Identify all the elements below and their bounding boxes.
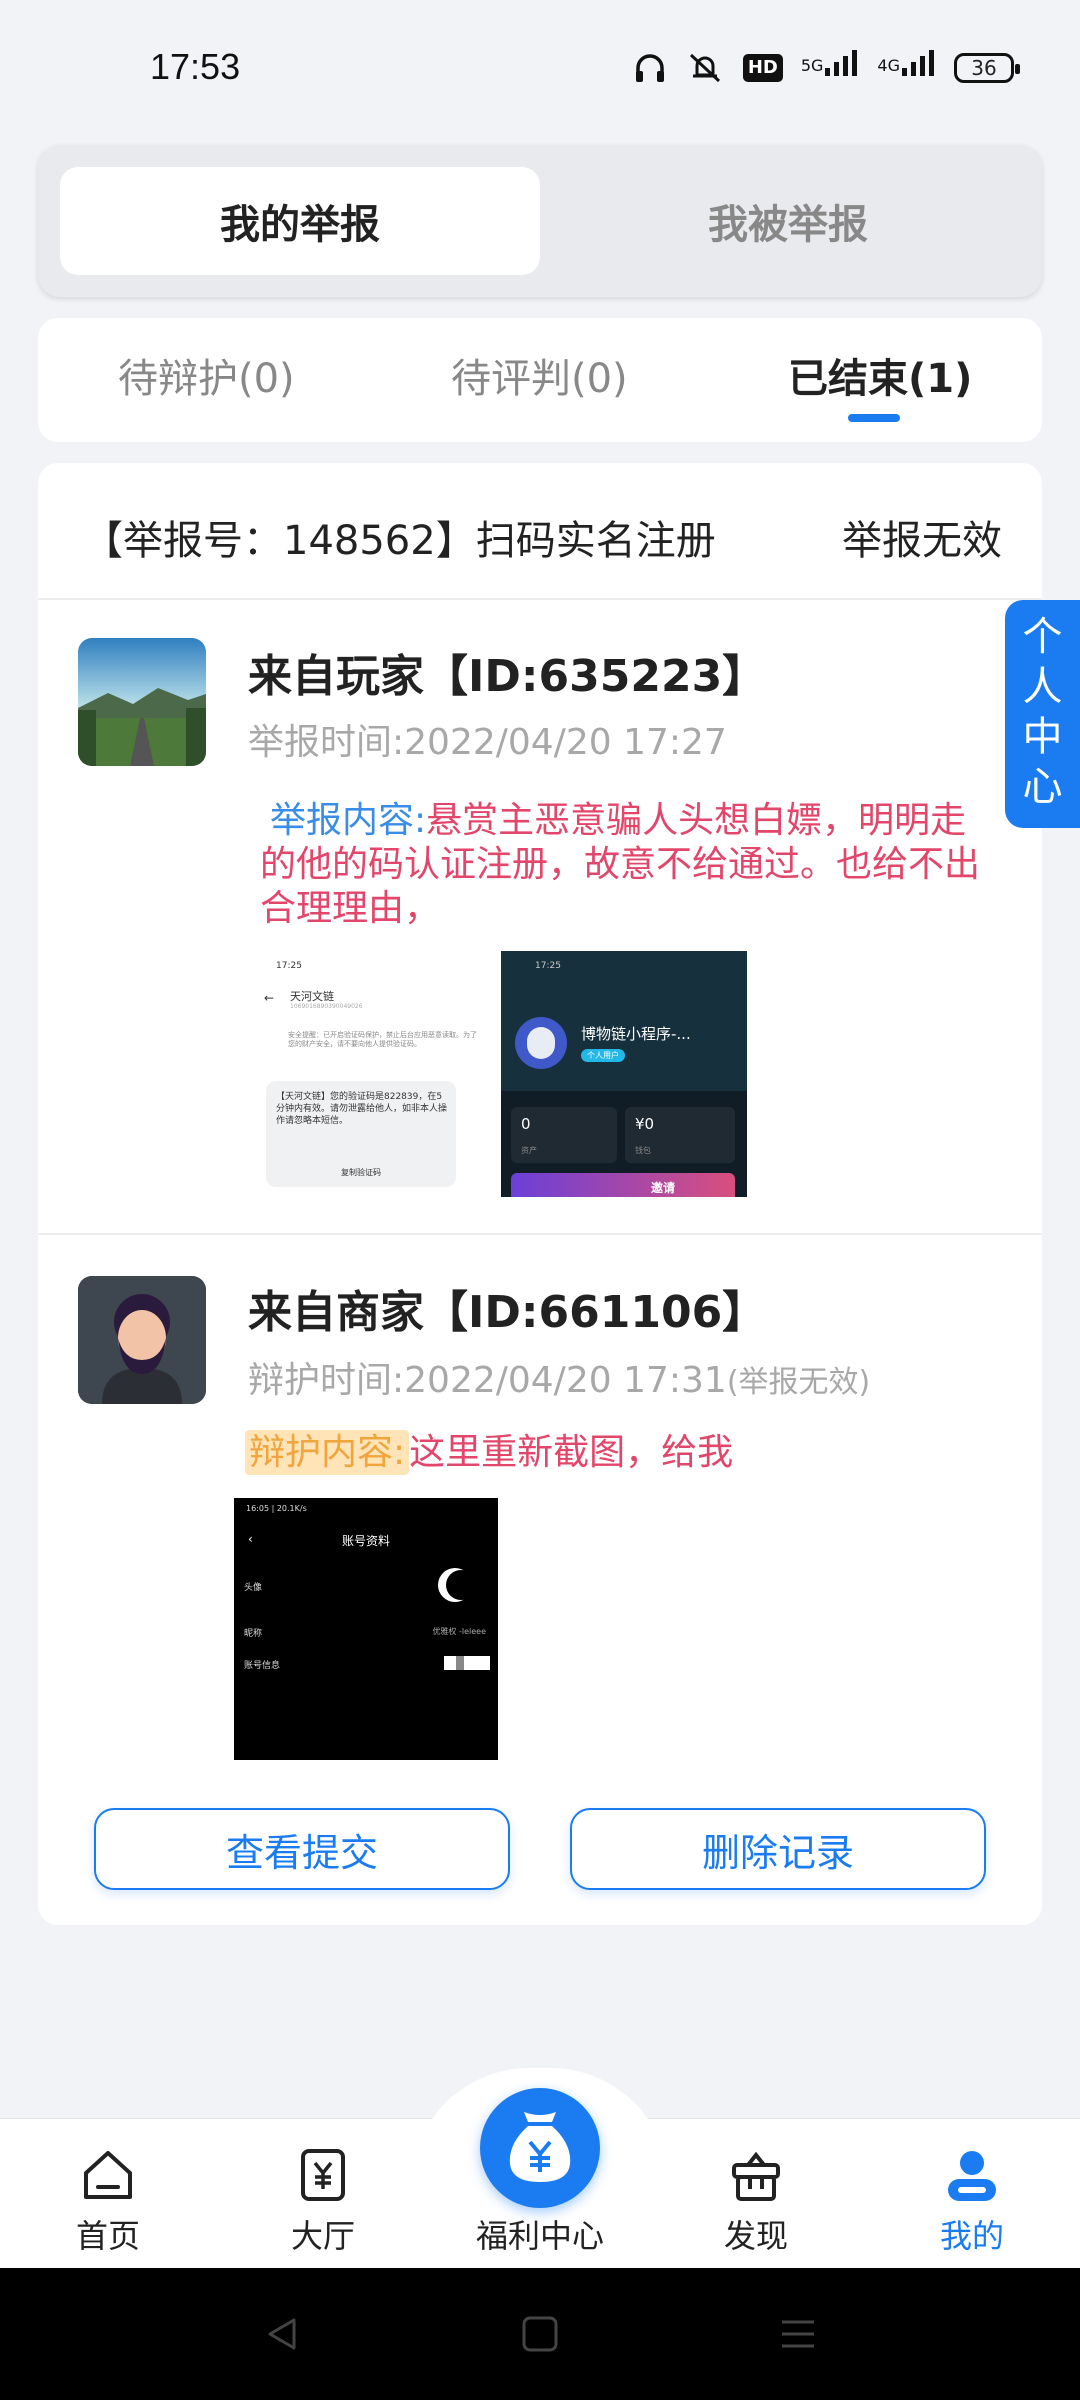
divider <box>38 598 1042 600</box>
defense-time: 辩护时间:2022/04/20 17:31(举报无效) <box>248 1360 871 1401</box>
report-content-label: 举报内容: <box>270 800 427 841</box>
system-nav-bar <box>0 2268 1080 2400</box>
reporter-name: 来自玩家【ID:635223】 <box>248 651 767 702</box>
money-bag-icon <box>509 2112 571 2182</box>
yuan-card-icon <box>301 2149 345 2201</box>
welfare-center-button[interactable] <box>480 2088 600 2208</box>
status-bar: 17:53 HD 5G 4G 36 <box>0 0 1080 140</box>
tab-reported-me[interactable]: 我被举报 <box>548 167 1028 275</box>
personal-center-side-tab[interactable]: 个 人 中 心 <box>1005 600 1080 828</box>
evidence-screenshot-sms[interactable]: 17:25 ← 天河文链 1069016890390049026 安全提醒：已开… <box>260 951 500 1191</box>
signal-4g-icon: 4G <box>877 48 936 87</box>
nav-home[interactable]: 首页 <box>28 2119 188 2269</box>
status-time: 17:53 <box>150 46 241 87</box>
status-tab-bar: 待辩护(0) 待评判(0) 已结束(1) <box>38 318 1042 442</box>
gift-box-icon <box>732 2151 780 2201</box>
merchant-avatar[interactable] <box>78 1276 206 1404</box>
report-status: 举报无效 <box>842 518 1002 564</box>
defense-screenshot[interactable]: 16:05 | 20.1K/s ‹ 账号资料 头像 昵称 优雅权 -leleee… <box>234 1498 498 1760</box>
nav-mine[interactable]: 我的 <box>892 2119 1052 2269</box>
merchant-name: 来自商家【ID:661106】 <box>248 1287 767 1338</box>
active-tab-indicator <box>848 414 900 422</box>
delete-record-button[interactable]: 删除记录 <box>570 1808 986 1890</box>
hd-badge: HD <box>742 53 783 82</box>
headphones-icon <box>635 53 664 82</box>
tab-pending-defense[interactable]: 待辩护(0) <box>118 346 295 404</box>
nav-discover[interactable]: 发现 <box>676 2119 836 2269</box>
battery-icon: 36 <box>954 52 1020 83</box>
tab-pending-judgment[interactable]: 待评判(0) <box>451 346 628 404</box>
report-header: 【举报号：148562】扫码实名注册 <box>83 518 716 564</box>
back-icon[interactable] <box>262 2314 302 2354</box>
evidence-screenshot-app[interactable]: 17:25 博物链小程序-... 个人用户 0 资产 ¥0 钱包 邀请 <box>501 951 747 1197</box>
reporter-avatar[interactable] <box>78 638 206 766</box>
bell-muted-icon <box>689 53 720 82</box>
defense-content: 辩护内容: 这里重新截图，给我 <box>245 1428 733 1478</box>
home-icon <box>84 2151 132 2199</box>
defense-content-label: 辩护内容: <box>245 1430 410 1475</box>
top-tab-bar: 我的举报 我被举报 <box>38 145 1042 297</box>
signal-5g-icon: 5G <box>801 48 860 87</box>
defense-content-text: 这里重新截图，给我 <box>409 1432 734 1473</box>
tab-finished[interactable]: 已结束(1) <box>788 346 972 404</box>
nav-hall[interactable]: 大厅 <box>243 2119 403 2269</box>
user-icon <box>948 2151 996 2201</box>
menu-icon[interactable] <box>778 2314 818 2354</box>
report-time: 举报时间:2022/04/20 17:27 <box>248 722 727 763</box>
divider <box>38 1233 1042 1235</box>
view-submission-button[interactable]: 查看提交 <box>94 1808 510 1890</box>
report-content: 举报内容:悬赏主恶意骗人头想白嫖，明明走的他的码认证注册，故意不给通过。也给不出… <box>260 799 1000 931</box>
report-card: 【举报号：148562】扫码实名注册 举报无效 来自玩家【ID:635223】 … <box>38 463 1042 1925</box>
tab-my-reports[interactable]: 我的举报 <box>60 167 540 275</box>
home-square-icon[interactable] <box>520 2314 560 2354</box>
status-icons: HD 5G 4G 36 <box>633 48 1020 87</box>
